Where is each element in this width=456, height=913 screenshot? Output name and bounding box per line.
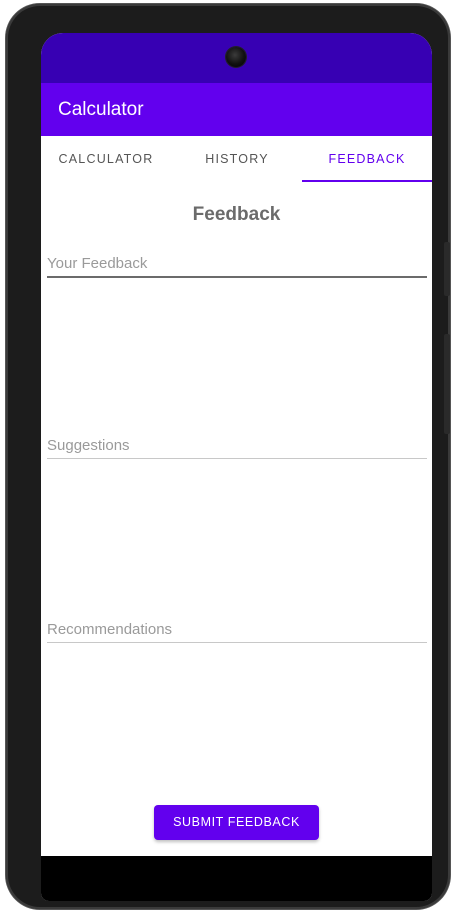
phone-device: Calculator CALCULATOR HISTORY FEEDBACK F… (6, 4, 450, 909)
app-bar: Calculator (41, 83, 432, 136)
tab-indicator (302, 180, 432, 182)
volume-button (444, 242, 450, 296)
suggestions-field-placeholder: Suggestions (47, 437, 130, 454)
app-title: Calculator (58, 99, 144, 120)
front-camera-icon (226, 47, 246, 67)
tab-calculator[interactable]: CALCULATOR (41, 136, 171, 182)
feedback-field-underline (47, 276, 427, 278)
submit-feedback-button[interactable]: SUBMIT FEEDBACK (154, 805, 319, 840)
navigation-bar (41, 856, 432, 901)
phone-screen: Calculator CALCULATOR HISTORY FEEDBACK F… (41, 33, 432, 901)
recommendations-field-underline (47, 642, 427, 643)
page-title: Feedback (192, 204, 281, 225)
power-button (444, 334, 450, 434)
feedback-field-placeholder: Your Feedback (47, 255, 148, 272)
status-bar (41, 33, 432, 83)
suggestions-field-underline (47, 458, 427, 459)
tab-history[interactable]: HISTORY (172, 136, 302, 182)
tab-feedback[interactable]: FEEDBACK (302, 136, 432, 182)
recommendations-field-placeholder: Recommendations (47, 621, 173, 638)
tab-bar: CALCULATOR HISTORY FEEDBACK (41, 136, 432, 182)
